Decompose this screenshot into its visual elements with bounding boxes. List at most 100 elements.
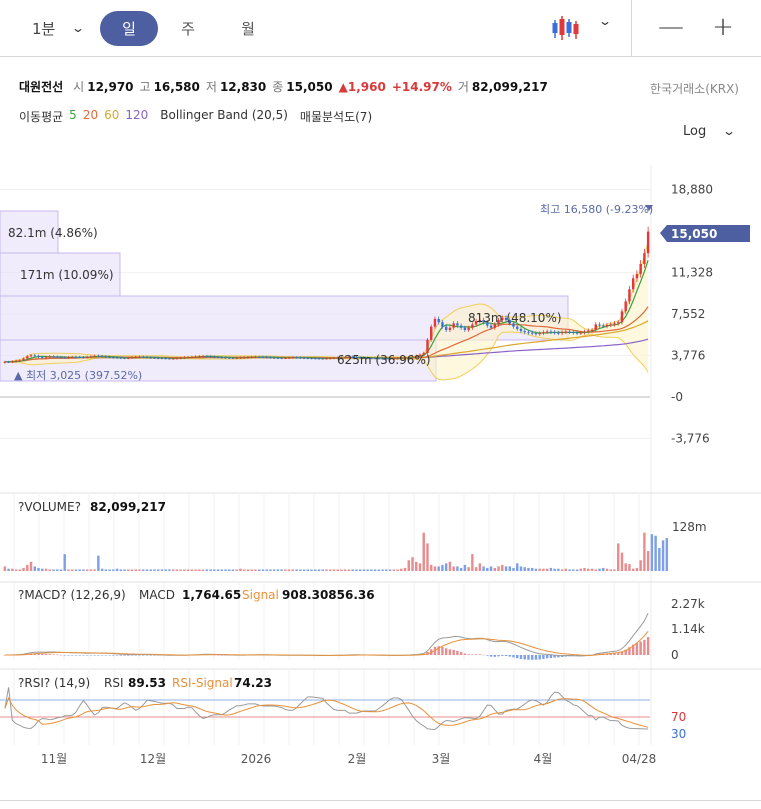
candle-body	[557, 332, 560, 334]
volume-bar	[14, 569, 18, 571]
volume-profile-label: 매물분석도(7)	[299, 110, 373, 124]
candle-body	[127, 357, 130, 359]
volume-profile-label: 625m (36.96%)	[337, 353, 431, 367]
volume-bar	[164, 569, 167, 571]
macd-histogram-bar	[104, 655, 108, 656]
volume-bar	[530, 567, 534, 571]
candle-body	[430, 326, 433, 340]
candle-body	[280, 357, 283, 359]
candlestick-chart-icon[interactable]	[548, 10, 584, 46]
volume-bar	[82, 569, 85, 571]
candle-body	[459, 325, 463, 328]
candle-body	[325, 358, 328, 360]
volume-bar	[89, 569, 93, 571]
macd-histogram-bar	[444, 648, 448, 655]
volume-bar	[321, 569, 324, 571]
low-annotation: ▲ 최저 3,025 (397.52%)	[14, 369, 142, 382]
volume-bar	[3, 566, 7, 571]
macd-histogram-bar	[493, 655, 497, 657]
volume-bar	[149, 569, 152, 571]
exchange-label: 한국거래소(KRX)	[650, 82, 739, 96]
candle-body	[527, 332, 530, 334]
volume-bar	[489, 566, 493, 571]
volume-bar	[527, 567, 530, 571]
macd-histogram-bar	[93, 655, 96, 656]
tab-monthly[interactable]: 월	[219, 11, 277, 46]
volume-bar	[620, 552, 624, 571]
indicator-legend[interactable]: 이동평균 5 20 60 120 Bollinger Band (20,5) 매…	[19, 108, 372, 125]
volume-bar	[650, 534, 654, 571]
low-label: 저	[205, 80, 217, 94]
volume-bar	[138, 569, 141, 571]
macd-histogram-bar	[549, 655, 553, 658]
interval-dropdown[interactable]: 1분 ⌄	[20, 10, 90, 46]
ma-label: 이동평균	[19, 110, 64, 124]
candle-body	[572, 332, 575, 334]
candle-body	[545, 331, 549, 333]
volume-bar	[370, 569, 373, 571]
volume-bar	[201, 569, 205, 571]
zoom-out-button[interactable]: —	[656, 12, 686, 42]
volume-bar	[115, 568, 119, 571]
volume-bar	[329, 569, 332, 571]
volume-bar	[392, 569, 396, 571]
volume-bar	[415, 561, 418, 571]
macd-tick-label: 1.14k	[671, 622, 705, 636]
macd-histogram-bar	[56, 654, 59, 656]
candle-body	[22, 358, 25, 361]
tab-daily[interactable]: 일	[100, 11, 158, 46]
candle-body	[70, 356, 74, 358]
candle-body	[59, 356, 63, 358]
candle-body	[635, 273, 639, 279]
volume-bar	[220, 569, 223, 571]
price-tick-label: -0	[671, 390, 683, 404]
volume-bar	[59, 569, 63, 571]
volume-bar	[564, 568, 568, 571]
candle-body	[549, 331, 553, 333]
tab-weekly[interactable]: 주	[159, 11, 217, 46]
quote-summary: 대원전선 시 12,970 고 16,580 저 12,830 종 15,050…	[19, 78, 554, 95]
volume-bar	[474, 567, 478, 571]
macd-histogram-bar	[63, 655, 66, 656]
volume-bar	[437, 566, 440, 571]
candle-body	[85, 356, 89, 358]
rsi-signal-value: 74.23	[234, 676, 272, 690]
zoom-in-button[interactable]: +	[708, 12, 738, 42]
macd-histogram-bar	[501, 655, 504, 656]
scale-dropdown[interactable]: Log ⌄	[683, 124, 736, 139]
volume-bar	[635, 567, 639, 571]
volume-bar	[501, 564, 504, 571]
volume-bar	[246, 569, 250, 571]
macd-histogram-bar	[67, 655, 70, 656]
candle-body	[48, 356, 51, 358]
macd-histogram-bar	[70, 655, 74, 656]
candle-body	[209, 356, 212, 358]
volume-bar	[377, 569, 381, 571]
stock-chart[interactable]: 18,88011,3287,5523,776-0-3,776 ?VOLUME? …	[0, 150, 761, 800]
volume-bar	[261, 569, 265, 571]
volume-bar	[646, 551, 650, 571]
macd-histogram-bar	[115, 655, 119, 656]
volume-bar	[430, 564, 433, 571]
candle-body	[295, 357, 298, 359]
candle-body	[216, 356, 220, 358]
candle-body	[560, 332, 564, 334]
volume-bar	[388, 569, 392, 571]
volume-bar	[231, 569, 235, 571]
candle-body	[519, 328, 523, 332]
volume-pane-value: 82,099,217	[90, 500, 166, 514]
volume-bar	[493, 567, 497, 571]
candle-body	[44, 357, 48, 359]
chevron-down-icon[interactable]: ⌄	[598, 14, 612, 28]
candle-body	[302, 357, 306, 359]
volume-bar	[654, 535, 657, 571]
macd-histogram-bar	[41, 653, 44, 655]
candle-body	[291, 357, 295, 359]
candle-body	[145, 357, 149, 359]
volume-bar	[41, 568, 44, 571]
candle-body	[314, 358, 317, 360]
change-value: ▲1,960	[338, 80, 386, 94]
scale-label: Log	[683, 124, 707, 139]
volume-bar	[602, 567, 605, 571]
volume-bar	[194, 569, 197, 571]
